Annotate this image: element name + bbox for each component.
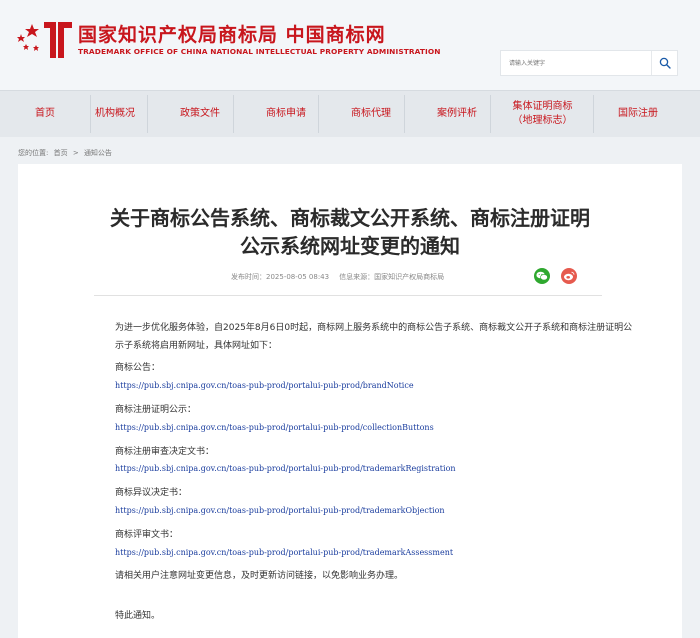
nav-collective-marks[interactable]: 集体证明商标 （地理标志）: [490, 91, 595, 137]
breadcrumb: 您的位置: 首页 > 通知公告: [18, 148, 115, 158]
closing-text: 特此通知。: [115, 611, 161, 621]
search-icon: [659, 57, 671, 69]
site-subtitle: TRADEMARK OFFICE OF CHINA NATIONAL INTEL…: [78, 47, 441, 56]
article-title: 关于商标公告系统、商标裁文公开系统、商标注册证明 公示系统网址变更的通知: [18, 204, 682, 260]
entry-label: 商标注册审查决定文书：: [115, 447, 215, 457]
entry-url-link[interactable]: https://pub.sbj.cnipa.gov.cn/toas-pub-pr…: [115, 464, 456, 473]
search-box: [500, 50, 678, 76]
weibo-icon: [564, 271, 575, 281]
wechat-share-button[interactable]: [534, 268, 550, 284]
search-input[interactable]: [501, 51, 649, 75]
nav-organization[interactable]: 机构概况: [90, 91, 140, 137]
entry-label: 商标评审文书：: [115, 530, 179, 540]
article-panel: 关于商标公告系统、商标裁文公开系统、商标注册证明 公示系统网址变更的通知 发布时…: [18, 164, 682, 638]
site-title: 国家知识产权局商标局 中国商标网: [78, 24, 386, 46]
nav-international[interactable]: 国际注册: [593, 91, 683, 137]
article-title-line2: 公示系统网址变更的通知: [240, 234, 460, 258]
source-label: 信息来源：: [339, 273, 375, 281]
search-button[interactable]: [651, 51, 677, 75]
breadcrumb-separator: >: [72, 149, 79, 157]
entry-url-link[interactable]: https://pub.sbj.cnipa.gov.cn/toas-pub-pr…: [115, 423, 434, 432]
article-title-line1: 关于商标公告系统、商标裁文公开系统、商标注册证明: [110, 206, 590, 230]
entry-label: 商标公告：: [115, 363, 161, 373]
breadcrumb-home[interactable]: 首页: [54, 149, 68, 157]
source-name: 国家知识产权局商标局: [374, 273, 445, 281]
publish-label: 发布时间：: [231, 273, 266, 281]
notice-paragraph: 请相关用户注意网址变更信息，及时更新访问链接，以免影响业务办理。: [115, 571, 404, 581]
main-nav: 首页 机构概况 政策文件 商标申请 商标代理 案例评析 集体证明商标 （地理标志…: [0, 90, 700, 137]
meta-divider: [94, 295, 602, 296]
entry-url-link[interactable]: https://pub.sbj.cnipa.gov.cn/toas-pub-pr…: [115, 506, 445, 515]
intro-paragraph: 为进一步优化服务体验，自2025年8月6日0时起，商标网上服务系统中的商标公告子…: [115, 323, 633, 351]
entry-url-link[interactable]: https://pub.sbj.cnipa.gov.cn/toas-pub-pr…: [115, 548, 453, 557]
publish-time: 2025-08-05 08:43: [266, 273, 330, 281]
nav-home[interactable]: 首页: [0, 91, 90, 137]
weibo-share-button[interactable]: [561, 268, 577, 284]
entry-url-link[interactable]: https://pub.sbj.cnipa.gov.cn/toas-pub-pr…: [115, 381, 414, 390]
entry-label: 商标注册证明公示：: [115, 405, 197, 415]
site-header: 国家知识产权局商标局 中国商标网 TRADEMARK OFFICE OF CHI…: [0, 0, 700, 90]
entry-label: 商标异议决定书：: [115, 488, 188, 498]
wechat-icon: [536, 271, 548, 281]
breadcrumb-prefix: 您的位置:: [18, 149, 49, 157]
cnipa-logo[interactable]: [16, 18, 76, 60]
breadcrumb-current[interactable]: 通知公告: [84, 149, 112, 157]
article-meta: 发布时间：2025-08-05 08:43 信息来源：国家知识产权局商标局: [231, 272, 444, 282]
